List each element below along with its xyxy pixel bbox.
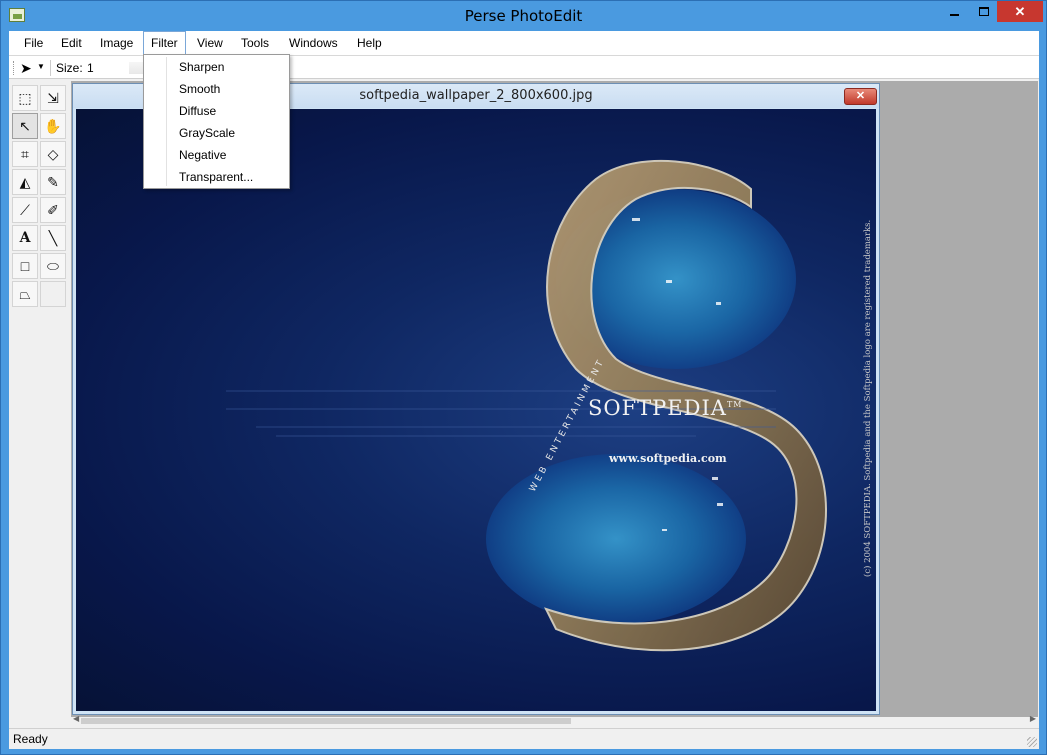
window-title: Perse PhotoEdit (464, 7, 583, 25)
softpedia-url-text: www.softpedia.com (609, 452, 727, 465)
eraser-icon[interactable]: ◇ (40, 141, 66, 167)
island-artwork (226, 159, 827, 652)
maximize-icon (978, 7, 989, 16)
softpedia-logo-text: SOFTPEDIATM (588, 396, 743, 420)
crop-icon[interactable]: ⌗ (12, 141, 38, 167)
menu-item-diffuse[interactable]: Diffuse (146, 100, 287, 122)
menu-item-smooth[interactable]: Smooth (146, 78, 287, 100)
filter-dropdown-menu: Sharpen Smooth Diffuse GrayScale Negativ… (143, 54, 290, 189)
scroll-left-icon[interactable]: ◀ (73, 714, 79, 723)
horizontal-scrollbar[interactable]: ◀ ▶ (71, 714, 1038, 725)
size-label: Size: (56, 61, 83, 75)
menu-help[interactable]: Help (350, 31, 389, 55)
close-button[interactable]: ✕ (997, 1, 1043, 22)
hand-icon[interactable]: ✋ (40, 113, 66, 139)
title-bar[interactable]: Perse PhotoEdit ✕ (1, 1, 1046, 31)
line-tool-icon[interactable]: ╲ (40, 225, 66, 251)
menu-filter[interactable]: Filter (143, 31, 186, 55)
app-window: Perse PhotoEdit ✕ File Edit Image Filter… (0, 0, 1047, 755)
menu-edit[interactable]: Edit (54, 31, 89, 55)
menu-image[interactable]: Image (93, 31, 140, 55)
ellipse-tool-icon[interactable]: ⬭ (40, 253, 66, 279)
menu-file[interactable]: File (17, 31, 50, 55)
menu-tools[interactable]: Tools (234, 31, 276, 55)
maximize-button[interactable] (969, 1, 998, 22)
status-text: Ready (13, 732, 48, 746)
text-tool-icon[interactable]: A (12, 225, 38, 251)
menu-bar: File Edit Image Filter View Tools Window… (9, 31, 1039, 55)
pointer-dropdown-icon[interactable]: ➤ (20, 60, 32, 77)
rect-select-icon[interactable]: ⬚ (12, 85, 38, 111)
fill-bucket-icon[interactable]: ◭ (12, 169, 38, 195)
toolbar-separator (50, 60, 51, 76)
scroll-right-icon[interactable]: ▶ (1030, 714, 1036, 723)
tool-palette: ⬚ ⇲ ↖ ✋ ⌗ ◇ ◭ ✎ ⟋ ✐ A ╲ □ ⬭ ⏢ (12, 85, 68, 309)
minimize-icon (950, 14, 959, 16)
close-icon: ✕ (855, 90, 866, 102)
polygon-tool-icon[interactable]: ⏢ (12, 281, 38, 307)
minimize-button[interactable] (940, 1, 969, 22)
empty-tool-slot (40, 281, 66, 307)
brush-icon[interactable]: ✐ (40, 197, 66, 223)
close-icon: ✕ (1014, 4, 1026, 19)
image-window-close-button[interactable]: ✕ (844, 88, 877, 105)
pencil-icon[interactable]: ✎ (40, 169, 66, 195)
size-value[interactable]: 1 (87, 61, 94, 75)
resize-grip-icon[interactable] (1027, 737, 1037, 747)
chevron-down-icon[interactable]: ▼ (37, 62, 45, 71)
menu-view[interactable]: View (190, 31, 230, 55)
status-bar: Ready (9, 728, 1039, 749)
copyright-text: (c) 2004 SOFTPEDIA. Softpedia and the So… (863, 219, 873, 577)
menu-item-grayscale[interactable]: GrayScale (146, 122, 287, 144)
menu-item-sharpen[interactable]: Sharpen (146, 56, 287, 78)
rectangle-tool-icon[interactable]: □ (12, 253, 38, 279)
eyedropper-icon[interactable]: ⟋ (12, 197, 38, 223)
toolbar-grip[interactable] (13, 61, 16, 75)
move-select-icon[interactable]: ⇲ (40, 85, 66, 111)
scroll-thumb[interactable] (81, 718, 571, 724)
menu-item-transparent[interactable]: Transparent... (146, 166, 287, 188)
menu-item-negative[interactable]: Negative (146, 144, 287, 166)
menu-windows[interactable]: Windows (282, 31, 345, 55)
image-canvas[interactable]: SOFTPEDIATM www.softpedia.com WEB ENTERT… (76, 109, 876, 711)
pointer-icon[interactable]: ↖ (12, 113, 38, 139)
